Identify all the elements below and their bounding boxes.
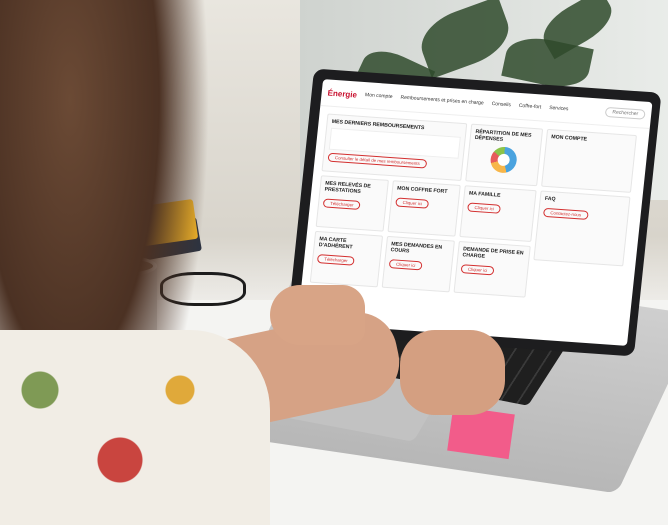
claim-button[interactable]: Cliquer ici: [460, 264, 495, 276]
card-account: MON COMPTE: [541, 128, 637, 193]
refunds-details-button[interactable]: Consulter le détail de mes remboursement…: [327, 152, 428, 169]
card-requests: MES DEMANDES EN COURS Cliquer ici: [381, 235, 455, 293]
card-member-card: MA CARTE D'ADHÉRENT Télécharger: [309, 230, 384, 288]
nav-link-services[interactable]: Services: [549, 105, 569, 112]
card-title: FAQ: [544, 195, 556, 203]
card-title: MON COFFRE FORT: [396, 185, 448, 196]
nav-link-advice[interactable]: Conseils: [491, 101, 511, 108]
site-logo: Énergie: [327, 88, 358, 100]
card-title: MES RELEVÉS DE PRESTATIONS: [324, 180, 371, 195]
family-button[interactable]: Cliquer ici: [467, 202, 502, 214]
statements-download-button[interactable]: Télécharger: [322, 198, 362, 210]
vault-button[interactable]: Cliquer ici: [395, 197, 430, 209]
person-floral-blouse: [0, 330, 270, 525]
card-title: MON COMPTE: [550, 134, 588, 143]
card-faq: FAQ Contactez-nous: [533, 190, 631, 267]
card-title: MA FAMILLE: [468, 190, 501, 199]
nav-link-refunds[interactable]: Remboursements et prises en charge: [400, 95, 484, 107]
nav-link-vault[interactable]: Coffre-fort: [518, 103, 541, 111]
nav-link-account[interactable]: Mon compte: [365, 92, 393, 100]
photo-scene: Énergie Mon compte Remboursements et pri…: [0, 0, 668, 525]
card-claim: DEMANDE DE PRISE EN CHARGE Cliquer ici: [453, 240, 531, 298]
faq-contact-button[interactable]: Contactez-nous: [542, 207, 589, 220]
requests-button[interactable]: Cliquer ici: [388, 259, 423, 271]
distribution-donut-chart: [489, 146, 518, 174]
person-right-hand: [400, 330, 505, 415]
card-family: MA FAMILLE Cliquer ici: [459, 185, 537, 242]
card-distribution: RÉPARTITION DE MES DÉPENSES: [465, 123, 544, 187]
person-left-hand: [270, 285, 365, 345]
search-input[interactable]: Rechercher: [604, 106, 646, 120]
card-statements: MES RELEVÉS DE PRESTATIONS Télécharger: [315, 175, 389, 232]
card-refunds: MES DERNIERS REMBOURSEMENTS Consulter le…: [321, 113, 468, 181]
card-vault: MON COFFRE FORT Cliquer ici: [387, 180, 461, 237]
card-title: MES DEMANDES EN COURS: [390, 241, 443, 255]
card-title: RÉPARTITION DE MES DÉPENSES: [474, 128, 532, 143]
member-card-download-button[interactable]: Télécharger: [316, 254, 356, 266]
card-title: MA CARTE D'ADHÉRENT: [318, 236, 353, 251]
card-title: DEMANDE DE PRISE EN CHARGE: [462, 246, 524, 260]
